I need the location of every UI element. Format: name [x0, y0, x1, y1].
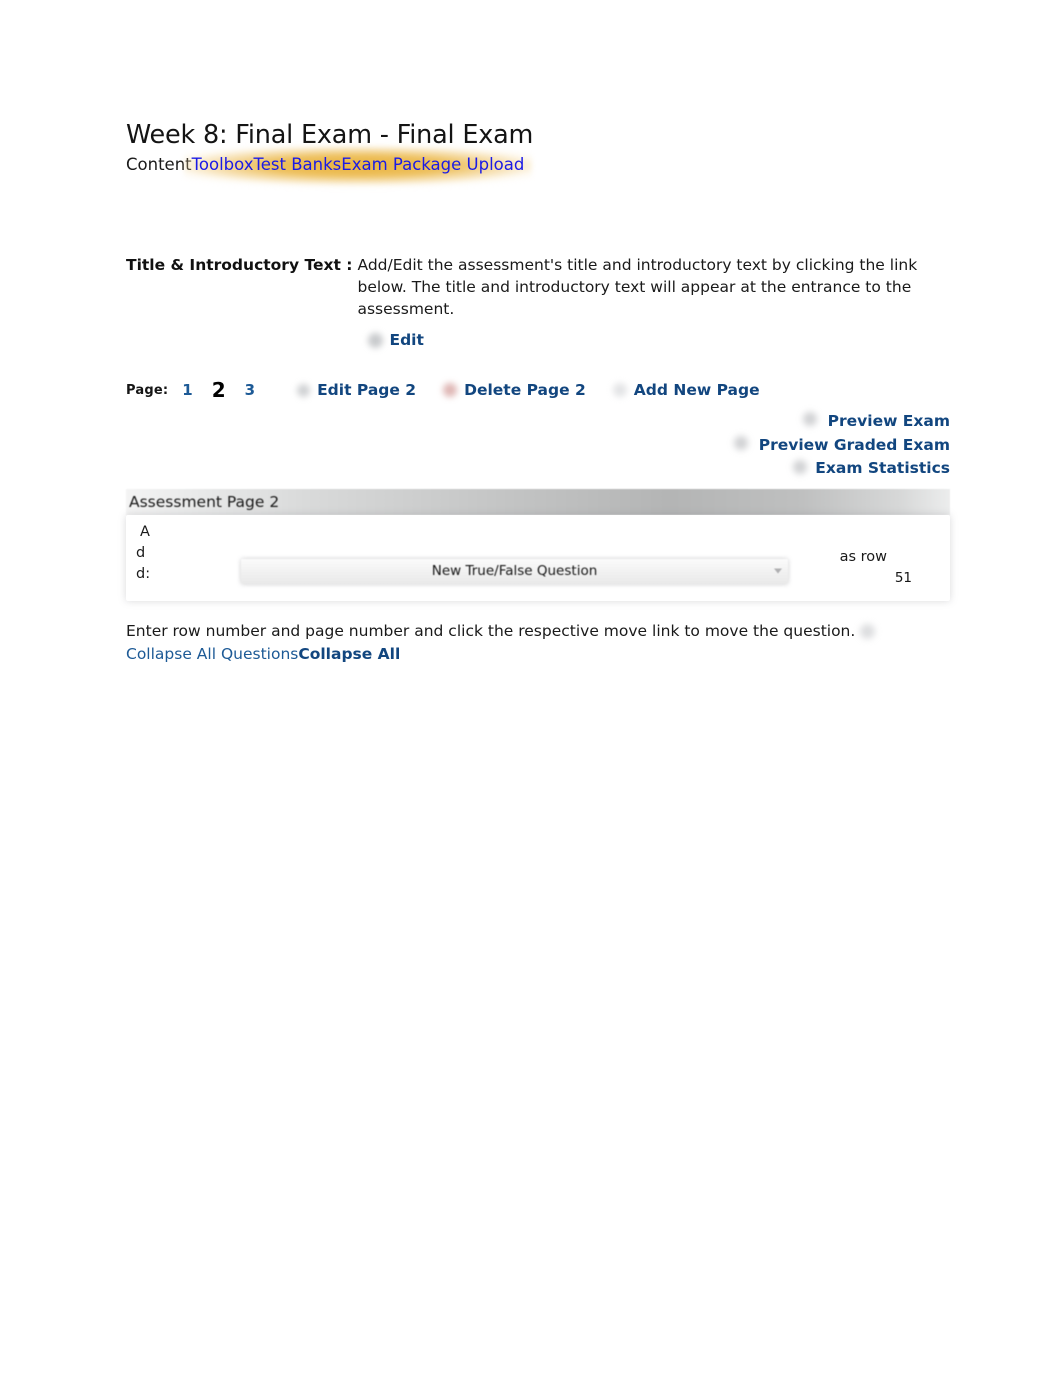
add-new-page-button[interactable]: Add New Page [634, 381, 760, 399]
preview-graded-exam-button[interactable]: Preview Graded Exam [126, 434, 950, 458]
title-intro-content: Add/Edit the assessment's title and intr… [352, 254, 927, 349]
exam-tools-links: Preview Exam Preview Graded Exam Exam St… [126, 410, 950, 481]
breadcrumb: ContentToolboxTest BanksExam Package Upl… [126, 154, 524, 176]
add-label-line-2: d [136, 545, 146, 561]
page-title: Week 8: Final Exam - Final Exam [126, 120, 534, 150]
move-question-instructions-text: Enter row number and page number and cli… [126, 621, 856, 640]
collapse-all-questions-link[interactable]: Collapse All Questions [126, 645, 298, 663]
as-row-label: as row [839, 548, 887, 565]
exam-statistics-button[interactable]: Exam Statistics [126, 457, 950, 481]
page-link-1[interactable]: 1 [182, 381, 192, 399]
collapse-all-row: Collapse All QuestionsCollapse All [126, 643, 950, 665]
page-navigation: Page: 1 2 3 Edit Page 2 Delete Page 2 Ad… [126, 378, 950, 402]
add-label-line-3: d: [136, 566, 151, 583]
move-question-instructions: Enter row number and page number and cli… [126, 620, 950, 642]
breadcrumb-link-test-banks[interactable]: Test Banks [254, 155, 342, 174]
pencil-icon [368, 332, 384, 348]
delete-icon [443, 383, 458, 398]
chevron-down-icon [774, 568, 782, 574]
add-icon [612, 383, 627, 398]
assessment-page-header: Assessment Page 2 [126, 488, 950, 515]
edit-icon [297, 383, 311, 397]
edit-link-row: Edit [352, 331, 927, 349]
row-number-input[interactable]: 51 [882, 570, 912, 586]
info-icon [860, 623, 876, 639]
page-current-2: 2 [211, 378, 226, 403]
title-intro-description: Add/Edit the assessment's title and intr… [357, 256, 918, 319]
delete-page-button[interactable]: Delete Page 2 [464, 381, 586, 399]
collapse-all-button[interactable]: Collapse All [298, 645, 400, 663]
page-link-3[interactable]: 3 [245, 381, 255, 399]
page-container: Week 8: Final Exam - Final Exam ContentT… [126, 0, 950, 665]
breadcrumb-highlight: ToolboxTest BanksExam Package Upload [192, 154, 525, 176]
breadcrumb-link-exam-package-upload[interactable]: Exam Package Upload [341, 155, 524, 174]
title-intro-section: Title & Introductory Text : Add/Edit the… [126, 254, 950, 349]
assessment-panel: Assessment Page 2 A d d: New True/False … [126, 488, 950, 601]
preview-exam-button[interactable]: Preview Exam [126, 410, 950, 434]
edit-title-intro-button[interactable]: Edit [389, 331, 423, 349]
title-intro-label: Title & Introductory Text : [126, 256, 353, 275]
page-nav-label: Page: [126, 382, 169, 398]
assessment-add-row: A d d: New True/False Question as row 51 [126, 514, 950, 601]
add-label-line-1: A [140, 523, 150, 540]
page-action-links: Edit Page 2 Delete Page 2 Add New Page [297, 381, 760, 399]
question-type-select[interactable]: New True/False Question [241, 558, 788, 584]
breadcrumb-static-label: Content [126, 155, 192, 175]
question-type-selected-value: New True/False Question [431, 563, 598, 580]
breadcrumb-link-toolbox[interactable]: Toolbox [192, 155, 254, 174]
edit-page-button[interactable]: Edit Page 2 [317, 381, 416, 399]
add-label: A d d: [136, 522, 152, 585]
